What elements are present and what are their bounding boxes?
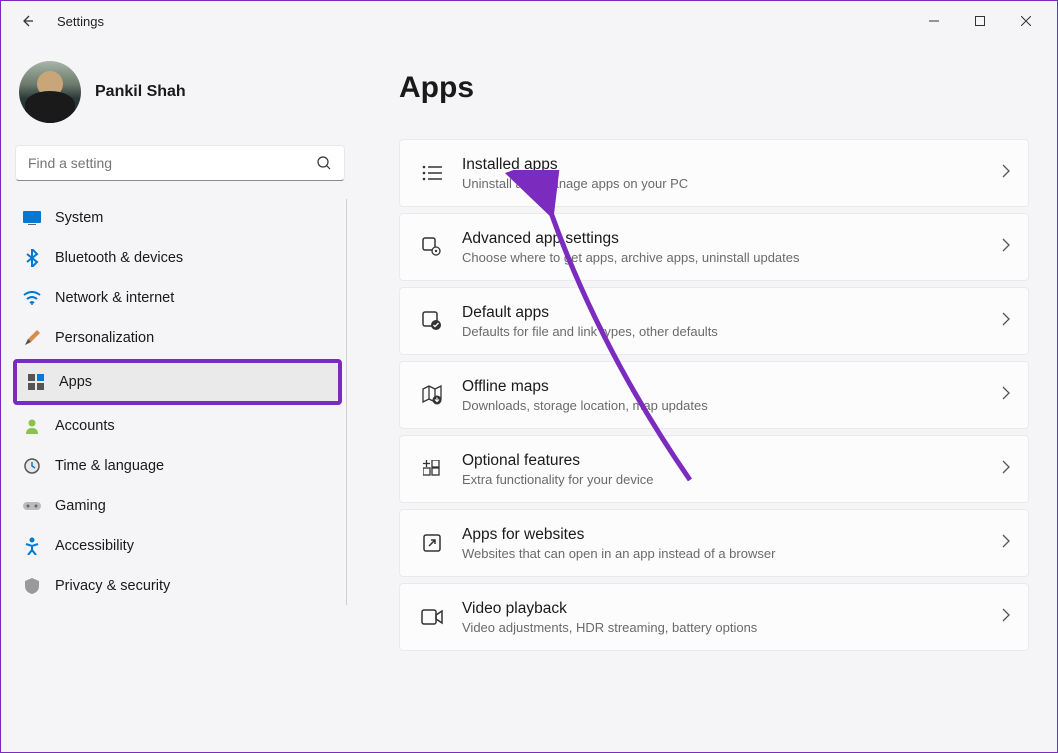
arrow-left-icon (19, 13, 35, 29)
card-subtitle: Websites that can open in an app instead… (462, 546, 1002, 561)
app-plus-icon (418, 460, 446, 478)
chevron-right-icon (1002, 534, 1010, 553)
sidebar-item-accounts[interactable]: Accounts (13, 407, 342, 445)
card-subtitle: Uninstall and manage apps on your PC (462, 176, 1002, 191)
paintbrush-icon (23, 329, 41, 347)
card-subtitle: Defaults for file and link types, other … (462, 324, 1002, 339)
search-input[interactable] (28, 155, 316, 171)
sidebar-item-label: Apps (59, 374, 92, 390)
card-title: Apps for websites (462, 526, 1002, 544)
person-icon (23, 417, 41, 435)
shield-icon (23, 577, 41, 595)
gamepad-icon (23, 497, 41, 515)
chevron-right-icon (1002, 238, 1010, 257)
sidebar-item-label: Time & language (55, 458, 164, 474)
bluetooth-icon (23, 249, 41, 267)
title-bar: Settings (1, 1, 1057, 41)
card-offline-maps[interactable]: Offline maps Downloads, storage location,… (399, 361, 1029, 429)
back-button[interactable] (9, 3, 45, 39)
card-title: Installed apps (462, 156, 1002, 174)
sidebar-item-label: Gaming (55, 498, 106, 514)
sidebar-item-label: Accounts (55, 418, 115, 434)
sidebar-item-personalization[interactable]: Personalization (13, 319, 342, 357)
card-title: Advanced app settings (462, 230, 1002, 248)
sidebar-item-label: Bluetooth & devices (55, 250, 183, 266)
close-button[interactable] (1003, 5, 1049, 37)
wifi-icon (23, 289, 41, 307)
search-box[interactable] (15, 145, 345, 181)
avatar (19, 61, 81, 123)
card-video-playback[interactable]: Video playback Video adjustments, HDR str… (399, 583, 1029, 651)
sidebar-item-apps[interactable]: Apps (17, 363, 338, 401)
window-title: Settings (57, 14, 104, 29)
minimize-button[interactable] (911, 5, 957, 37)
sidebar-item-network[interactable]: Network & internet (13, 279, 342, 317)
search-icon (316, 155, 332, 171)
app-check-icon (418, 311, 446, 331)
highlight-annotation: Apps (13, 359, 342, 405)
chevron-right-icon (1002, 164, 1010, 183)
list-icon (418, 164, 446, 182)
user-name: Pankil Shah (95, 83, 186, 101)
sidebar: Pankil Shah System Bluetooth & devices N… (1, 41, 359, 752)
chevron-right-icon (1002, 312, 1010, 331)
sidebar-item-label: System (55, 210, 103, 226)
sidebar-item-gaming[interactable]: Gaming (13, 487, 342, 525)
profile-section[interactable]: Pankil Shah (13, 53, 347, 145)
chevron-right-icon (1002, 608, 1010, 627)
card-subtitle: Choose where to get apps, archive apps, … (462, 250, 1002, 265)
card-title: Optional features (462, 452, 1002, 470)
sidebar-item-label: Privacy & security (55, 578, 170, 594)
sidebar-item-system[interactable]: System (13, 199, 342, 237)
sidebar-item-label: Network & internet (55, 290, 174, 306)
sidebar-item-accessibility[interactable]: Accessibility (13, 527, 342, 565)
app-gear-icon (418, 237, 446, 257)
window-controls (911, 5, 1049, 37)
open-external-icon (418, 534, 446, 552)
main-content: Apps Installed apps Uninstall and manage … (359, 41, 1057, 752)
chevron-right-icon (1002, 460, 1010, 479)
page-title: Apps (399, 71, 1029, 105)
sidebar-item-bluetooth[interactable]: Bluetooth & devices (13, 239, 342, 277)
card-advanced-app-settings[interactable]: Advanced app settings Choose where to get… (399, 213, 1029, 281)
maximize-button[interactable] (957, 5, 1003, 37)
apps-icon (27, 373, 45, 391)
card-installed-apps[interactable]: Installed apps Uninstall and manage apps … (399, 139, 1029, 207)
card-subtitle: Video adjustments, HDR streaming, batter… (462, 620, 1002, 635)
map-download-icon (418, 385, 446, 405)
card-optional-features[interactable]: Optional features Extra functionality for… (399, 435, 1029, 503)
card-apps-for-websites[interactable]: Apps for websites Websites that can open … (399, 509, 1029, 577)
card-title: Default apps (462, 304, 1002, 322)
minimize-icon (929, 16, 939, 26)
card-subtitle: Downloads, storage location, map updates (462, 398, 1002, 413)
chevron-right-icon (1002, 386, 1010, 405)
accessibility-icon (23, 537, 41, 555)
video-icon (418, 609, 446, 625)
sidebar-item-label: Accessibility (55, 538, 134, 554)
maximize-icon (975, 16, 985, 26)
sidebar-item-time-language[interactable]: Time & language (13, 447, 342, 485)
card-title: Offline maps (462, 378, 1002, 396)
settings-cards: Installed apps Uninstall and manage apps … (399, 139, 1029, 651)
card-subtitle: Extra functionality for your device (462, 472, 1002, 487)
system-icon (23, 209, 41, 227)
sidebar-item-privacy[interactable]: Privacy & security (13, 567, 342, 605)
card-title: Video playback (462, 600, 1002, 618)
sidebar-item-label: Personalization (55, 330, 154, 346)
close-icon (1021, 16, 1031, 26)
clock-icon (23, 457, 41, 475)
nav-list: System Bluetooth & devices Network & int… (13, 199, 347, 605)
card-default-apps[interactable]: Default apps Defaults for file and link t… (399, 287, 1029, 355)
